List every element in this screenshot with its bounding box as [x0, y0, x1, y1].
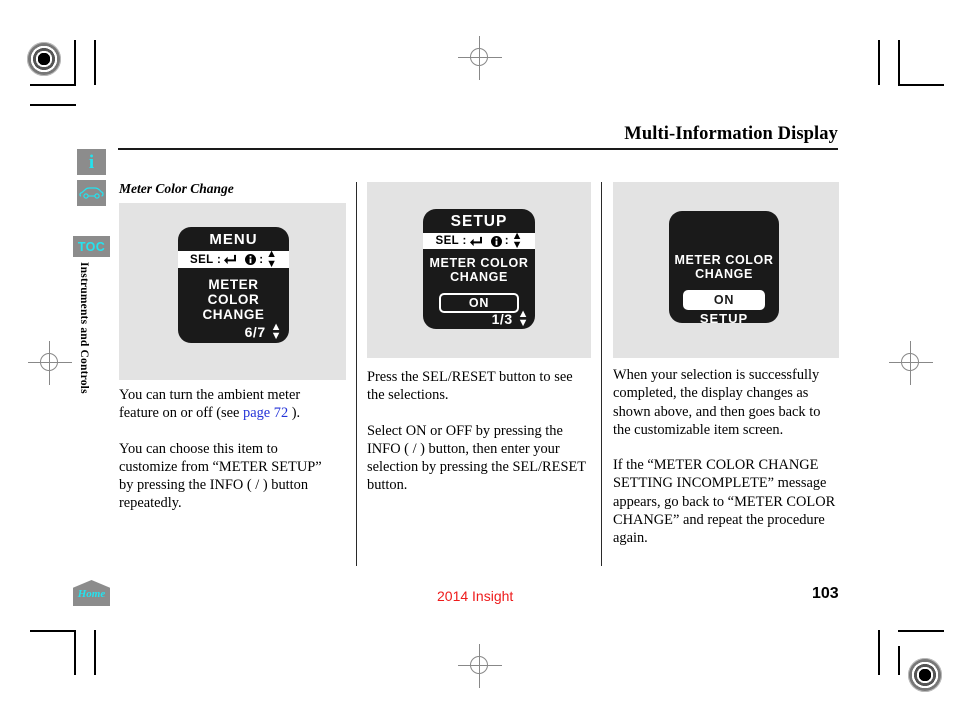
- crosshair-circle: [40, 353, 58, 371]
- crop-mark-top-left-h2: [30, 104, 76, 106]
- lcd-footer: 6/7 ▲ ▼: [178, 320, 289, 342]
- crop-mark-top-right-h: [898, 84, 944, 86]
- sidebar-vehicle-button[interactable]: [77, 180, 106, 206]
- paragraph: If the “METER COLOR CHANGE SETTING INCOM…: [613, 457, 836, 547]
- crop-mark-bottom-right-v2: [898, 646, 900, 675]
- crosshair-circle: [470, 48, 488, 66]
- crop-mark-top-left-h: [30, 84, 76, 86]
- lcd-page-indicator: 6/7: [244, 323, 266, 340]
- info-icon: i: [88, 151, 95, 173]
- right-illustration: METER COLOR CHANGE ON SETUP: [613, 182, 839, 358]
- info-circle-icon: [490, 235, 502, 247]
- lcd-display-setup: SETUP SEL : : ▲ ▼ METER COLOR CHANGE ON 1…: [423, 209, 535, 329]
- lcd-sel-bar: SEL : : ▲ ▼: [178, 248, 289, 270]
- registration-crosshair-left: [28, 341, 72, 385]
- up-down-arrow-icon: ▲ ▼: [517, 307, 529, 329]
- paragraph: You can turn the ambient meter feature o…: [119, 386, 334, 423]
- up-down-arrow-icon: ▲ ▼: [511, 229, 523, 251]
- registration-crosshair-right: [889, 341, 933, 385]
- paragraph: You can choose this item to customize fr…: [119, 440, 334, 513]
- paragraph: Select ON or OFF by pressing the INFO ( …: [367, 422, 586, 494]
- crop-mark-top-right-v2: [898, 40, 900, 85]
- paragraph: Press the SEL/RESET button to see the se…: [367, 369, 573, 404]
- crop-mark-bottom-left-v: [74, 630, 76, 675]
- crop-mark-bottom-left-h: [30, 630, 76, 632]
- footer-page-number: 103: [812, 585, 839, 602]
- middle-column-text: Press the SEL/RESET button to see the se…: [367, 368, 591, 495]
- column-divider-left: [356, 182, 357, 566]
- footer-model-name: 2014 Insight: [437, 588, 514, 604]
- crop-mark-top-left-v: [74, 40, 76, 85]
- text-run: ).: [288, 405, 301, 422]
- lcd-footer-label: SETUP: [699, 311, 749, 323]
- crosshair-circle: [901, 353, 919, 371]
- page-title: Multi-Information Display: [624, 124, 838, 144]
- right-column-text: When your selection is successfully comp…: [613, 366, 839, 548]
- lcd-item-text: METER COLOR CHANGE: [429, 256, 529, 284]
- lcd-page-indicator: 1/3: [491, 310, 513, 327]
- lcd-sel-bar: SEL : : ▲ ▼: [423, 229, 535, 251]
- home-button[interactable]: Home: [73, 580, 110, 606]
- subsection-heading: Meter Color Change: [119, 181, 234, 196]
- crop-mark-top-left-v2: [94, 40, 96, 85]
- lcd-item-text: METER COLOR CHANGE: [202, 277, 265, 322]
- registration-crosshair-bottom: [458, 644, 502, 688]
- lcd-option-button[interactable]: ON: [683, 290, 765, 310]
- lcd-item-text: METER COLOR CHANGE: [674, 253, 774, 281]
- lcd-display-menu: MENU SEL : : ▲ ▼ METER COLOR CHANGE 6/7 ▲…: [178, 227, 289, 343]
- header-divider: [118, 148, 838, 150]
- page-link[interactable]: page 72: [243, 405, 288, 421]
- lcd-sel-label: SEL :: [435, 235, 467, 247]
- middle-illustration: SETUP SEL : : ▲ ▼ METER COLOR CHANGE ON 1…: [367, 182, 591, 358]
- lcd-info-label: :: [504, 235, 509, 247]
- crop-mark-top-right-v: [878, 40, 880, 85]
- registration-mark-top-left: [27, 42, 61, 76]
- up-down-arrow-icon: ▲ ▼: [270, 320, 282, 342]
- lcd-info-label: :: [259, 253, 264, 266]
- section-label: Instruments and Controls: [78, 262, 90, 394]
- crop-mark-bottom-right-v: [878, 630, 880, 675]
- enter-arrow-icon: [224, 254, 237, 265]
- registration-mark-bottom-right: [908, 658, 942, 692]
- crop-mark-bottom-right-h: [898, 630, 944, 632]
- enter-arrow-icon: [469, 236, 482, 246]
- sidebar-info-button[interactable]: i: [77, 149, 106, 175]
- lcd-footer: 1/3 ▲ ▼: [423, 307, 535, 329]
- lcd-title: MENU: [209, 231, 258, 248]
- car-icon: [79, 187, 104, 199]
- paragraph: When your selection is successfully comp…: [613, 367, 821, 438]
- up-down-arrow-icon: ▲ ▼: [266, 248, 277, 270]
- text-run: You can choose this item to customize fr…: [119, 440, 322, 512]
- crosshair-circle: [470, 656, 488, 674]
- sidebar-toc-button[interactable]: TOC: [73, 236, 110, 257]
- home-label: Home: [77, 588, 106, 600]
- column-divider-right: [601, 182, 602, 566]
- toc-label: TOC: [77, 239, 106, 254]
- lcd-sel-label: SEL :: [190, 253, 222, 266]
- crop-mark-bottom-left-v2: [94, 630, 96, 675]
- info-circle-icon: [245, 254, 257, 265]
- left-column-text: You can turn the ambient meter feature o…: [119, 386, 334, 513]
- registration-crosshair-top: [458, 36, 502, 80]
- lcd-display-confirm: METER COLOR CHANGE ON SETUP: [669, 211, 779, 323]
- left-illustration: MENU SEL : : ▲ ▼ METER COLOR CHANGE 6/7 ▲…: [119, 203, 346, 380]
